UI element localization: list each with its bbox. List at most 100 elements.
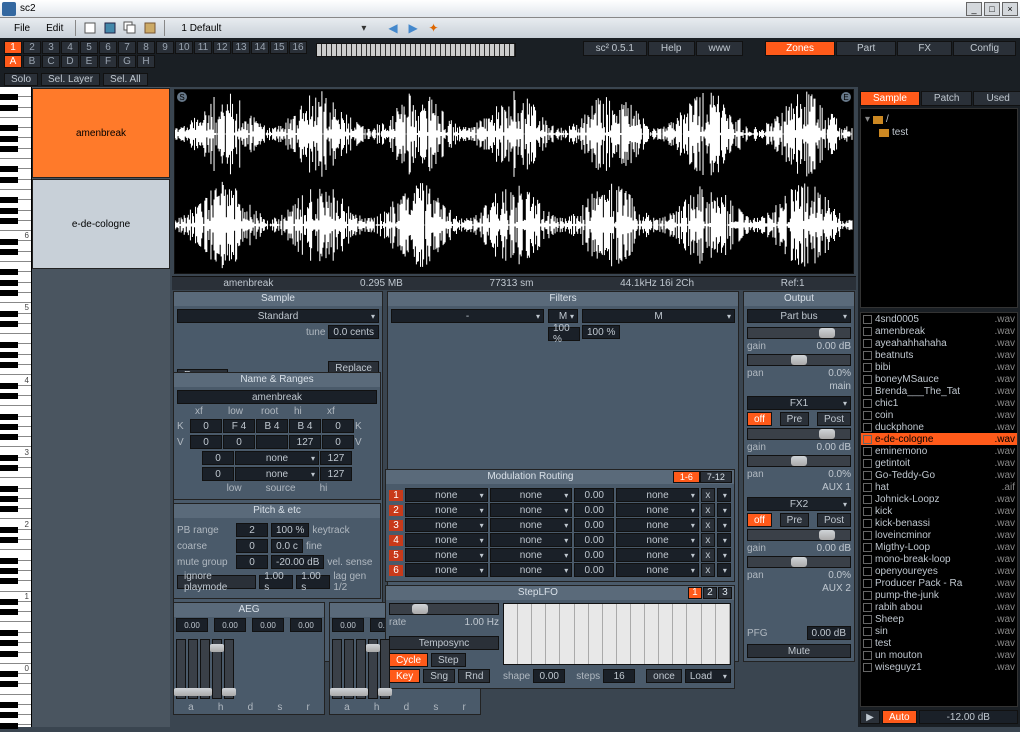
file-row[interactable]: kick-benassi.wav bbox=[861, 517, 1017, 529]
save-icon[interactable] bbox=[102, 20, 118, 36]
mod-dst-dropdown[interactable]: none bbox=[490, 503, 573, 517]
layer-num-16[interactable]: 16 bbox=[289, 41, 307, 54]
mod-amt-value[interactable]: 0.00 bbox=[574, 548, 614, 562]
gain-slider[interactable] bbox=[747, 327, 851, 339]
mod-extra-dropdown[interactable] bbox=[717, 533, 731, 547]
aeg-slider[interactable] bbox=[212, 639, 222, 699]
lag2-value[interactable]: 1.00 s bbox=[296, 575, 330, 589]
rnd-button[interactable]: Rnd bbox=[458, 669, 490, 683]
mod-extra-dropdown[interactable] bbox=[717, 548, 731, 562]
nc-dropdown[interactable]: none bbox=[235, 451, 319, 465]
layer-num-8[interactable]: 8 bbox=[137, 41, 155, 54]
file-row[interactable]: mono-break-loop.wav bbox=[861, 553, 1017, 565]
layer-num-13[interactable]: 13 bbox=[232, 41, 250, 54]
mod-amt-value[interactable]: 0.00 bbox=[574, 533, 614, 547]
solo-button[interactable]: Solo bbox=[4, 73, 38, 86]
file-row[interactable]: getintoit.wav bbox=[861, 457, 1017, 469]
start-marker-icon[interactable]: S bbox=[177, 92, 187, 102]
pfg-value[interactable]: 0.00 dB bbox=[807, 626, 851, 640]
layer-letter-H[interactable]: H bbox=[137, 55, 155, 68]
browser-tab-used[interactable]: Used bbox=[973, 91, 1020, 106]
layer-num-12[interactable]: 12 bbox=[213, 41, 231, 54]
file-row[interactable]: bibi.wav bbox=[861, 361, 1017, 373]
eg2-slider[interactable] bbox=[344, 639, 354, 699]
file-row[interactable]: eminemono.wav bbox=[861, 445, 1017, 457]
mod-dst-dropdown[interactable]: none bbox=[490, 488, 573, 502]
layer-num-9[interactable]: 9 bbox=[156, 41, 174, 54]
tab-zones[interactable]: Zones bbox=[765, 41, 835, 56]
eg2-slider[interactable] bbox=[380, 639, 390, 699]
cycle-button[interactable]: Cycle bbox=[389, 653, 428, 667]
preview-play-button[interactable]: ▶ bbox=[860, 710, 880, 724]
layer-num-5[interactable]: 5 bbox=[80, 41, 98, 54]
fx2-post-button[interactable]: Post bbox=[817, 513, 851, 527]
mod-extra-dropdown[interactable] bbox=[717, 503, 731, 517]
fx1-dropdown[interactable]: FX1 bbox=[747, 396, 851, 410]
nav-next-icon[interactable]: ▶ bbox=[408, 21, 417, 35]
nav-add-icon[interactable]: ✦ bbox=[428, 21, 438, 35]
layer-letter-G[interactable]: G bbox=[118, 55, 136, 68]
mod-dst-dropdown[interactable]: none bbox=[490, 533, 573, 547]
paste-icon[interactable] bbox=[142, 20, 158, 36]
mod-dst-dropdown[interactable]: none bbox=[490, 518, 573, 532]
fx1-off-button[interactable]: off bbox=[747, 412, 772, 426]
mod-x-button[interactable]: x bbox=[701, 548, 715, 562]
vel-range-cell[interactable]: 0 bbox=[190, 435, 222, 449]
minimize-button[interactable]: _ bbox=[966, 2, 982, 16]
mod-extra-dropdown[interactable] bbox=[717, 518, 731, 532]
file-row[interactable]: coin.wav bbox=[861, 409, 1017, 421]
tab-fx[interactable]: FX bbox=[897, 41, 952, 56]
maximize-button[interactable]: □ bbox=[984, 2, 1000, 16]
aeg-slider[interactable] bbox=[200, 639, 210, 699]
mod-src-dropdown[interactable]: none bbox=[405, 563, 488, 577]
mod-extra-dropdown[interactable] bbox=[717, 563, 731, 577]
key-range-cell[interactable]: 0 bbox=[322, 419, 354, 433]
layer-num-4[interactable]: 4 bbox=[61, 41, 79, 54]
mod-amt-value[interactable]: 0.00 bbox=[574, 488, 614, 502]
key-range-cell[interactable]: F 4 bbox=[223, 419, 255, 433]
fx2-pan-slider[interactable] bbox=[747, 556, 851, 568]
filter2-dropdown[interactable]: M bbox=[582, 309, 735, 323]
browser-tab-sample[interactable]: Sample bbox=[860, 91, 920, 106]
filter1-dropdown[interactable]: - bbox=[391, 309, 544, 323]
tune-value[interactable]: 0.0 cents bbox=[328, 325, 379, 339]
aeg-value[interactable]: 0.00 bbox=[290, 618, 322, 632]
layer-num-10[interactable]: 10 bbox=[175, 41, 193, 54]
mod-x-button[interactable]: x bbox=[701, 518, 715, 532]
layer-num-15[interactable]: 15 bbox=[270, 41, 288, 54]
load-dropdown[interactable]: Load bbox=[685, 669, 731, 683]
auto-button[interactable]: Auto bbox=[882, 710, 917, 724]
mod-via-dropdown[interactable]: none bbox=[616, 503, 699, 517]
mod-src-dropdown[interactable]: none bbox=[405, 488, 488, 502]
mod-dst-dropdown[interactable]: none bbox=[490, 563, 573, 577]
vel-range-cell[interactable] bbox=[256, 435, 288, 449]
ignore-playmode-button[interactable]: ignore playmode bbox=[177, 575, 256, 589]
help-button[interactable]: Help bbox=[648, 41, 695, 56]
tree-folder-test[interactable]: test bbox=[865, 126, 1013, 139]
layer-letter-E[interactable]: E bbox=[80, 55, 98, 68]
modrouting-tab-1-6[interactable]: 1-6 bbox=[673, 471, 700, 483]
file-row[interactable]: amenbreak.wav bbox=[861, 325, 1017, 337]
filter-pct1[interactable]: 100 % bbox=[548, 327, 580, 341]
file-row[interactable]: ayeahahhahaha.wav bbox=[861, 337, 1017, 349]
file-row[interactable]: beatnuts.wav bbox=[861, 349, 1017, 361]
sel-layer-button[interactable]: Sel. Layer bbox=[41, 73, 100, 86]
layer-num-7[interactable]: 7 bbox=[118, 41, 136, 54]
eg2-slider[interactable] bbox=[332, 639, 342, 699]
lfo-tab-1[interactable]: 1 bbox=[688, 587, 702, 599]
www-button[interactable]: www bbox=[696, 41, 744, 56]
sel-all-button[interactable]: Sel. All bbox=[103, 73, 148, 86]
steplfo-grid[interactable] bbox=[503, 603, 731, 665]
preview-db-value[interactable]: -12.00 dB bbox=[919, 710, 1018, 724]
mute-button[interactable]: Mute bbox=[747, 644, 851, 658]
layer-letter-F[interactable]: F bbox=[99, 55, 117, 68]
file-row[interactable]: wiseguyz1.wav bbox=[861, 661, 1017, 673]
output-bus-dropdown[interactable]: Part bus bbox=[747, 309, 851, 323]
zone-item[interactable]: e-de-cologne bbox=[32, 179, 170, 269]
pb-pct-value[interactable]: 100 % bbox=[271, 523, 309, 537]
pan-slider[interactable] bbox=[747, 354, 851, 366]
lfo-rate-slider[interactable] bbox=[389, 603, 499, 615]
menu-edit[interactable]: Edit bbox=[38, 21, 71, 36]
file-row[interactable]: e-de-cologne.wav bbox=[861, 433, 1017, 445]
lfo-tab-3[interactable]: 3 bbox=[718, 587, 732, 599]
